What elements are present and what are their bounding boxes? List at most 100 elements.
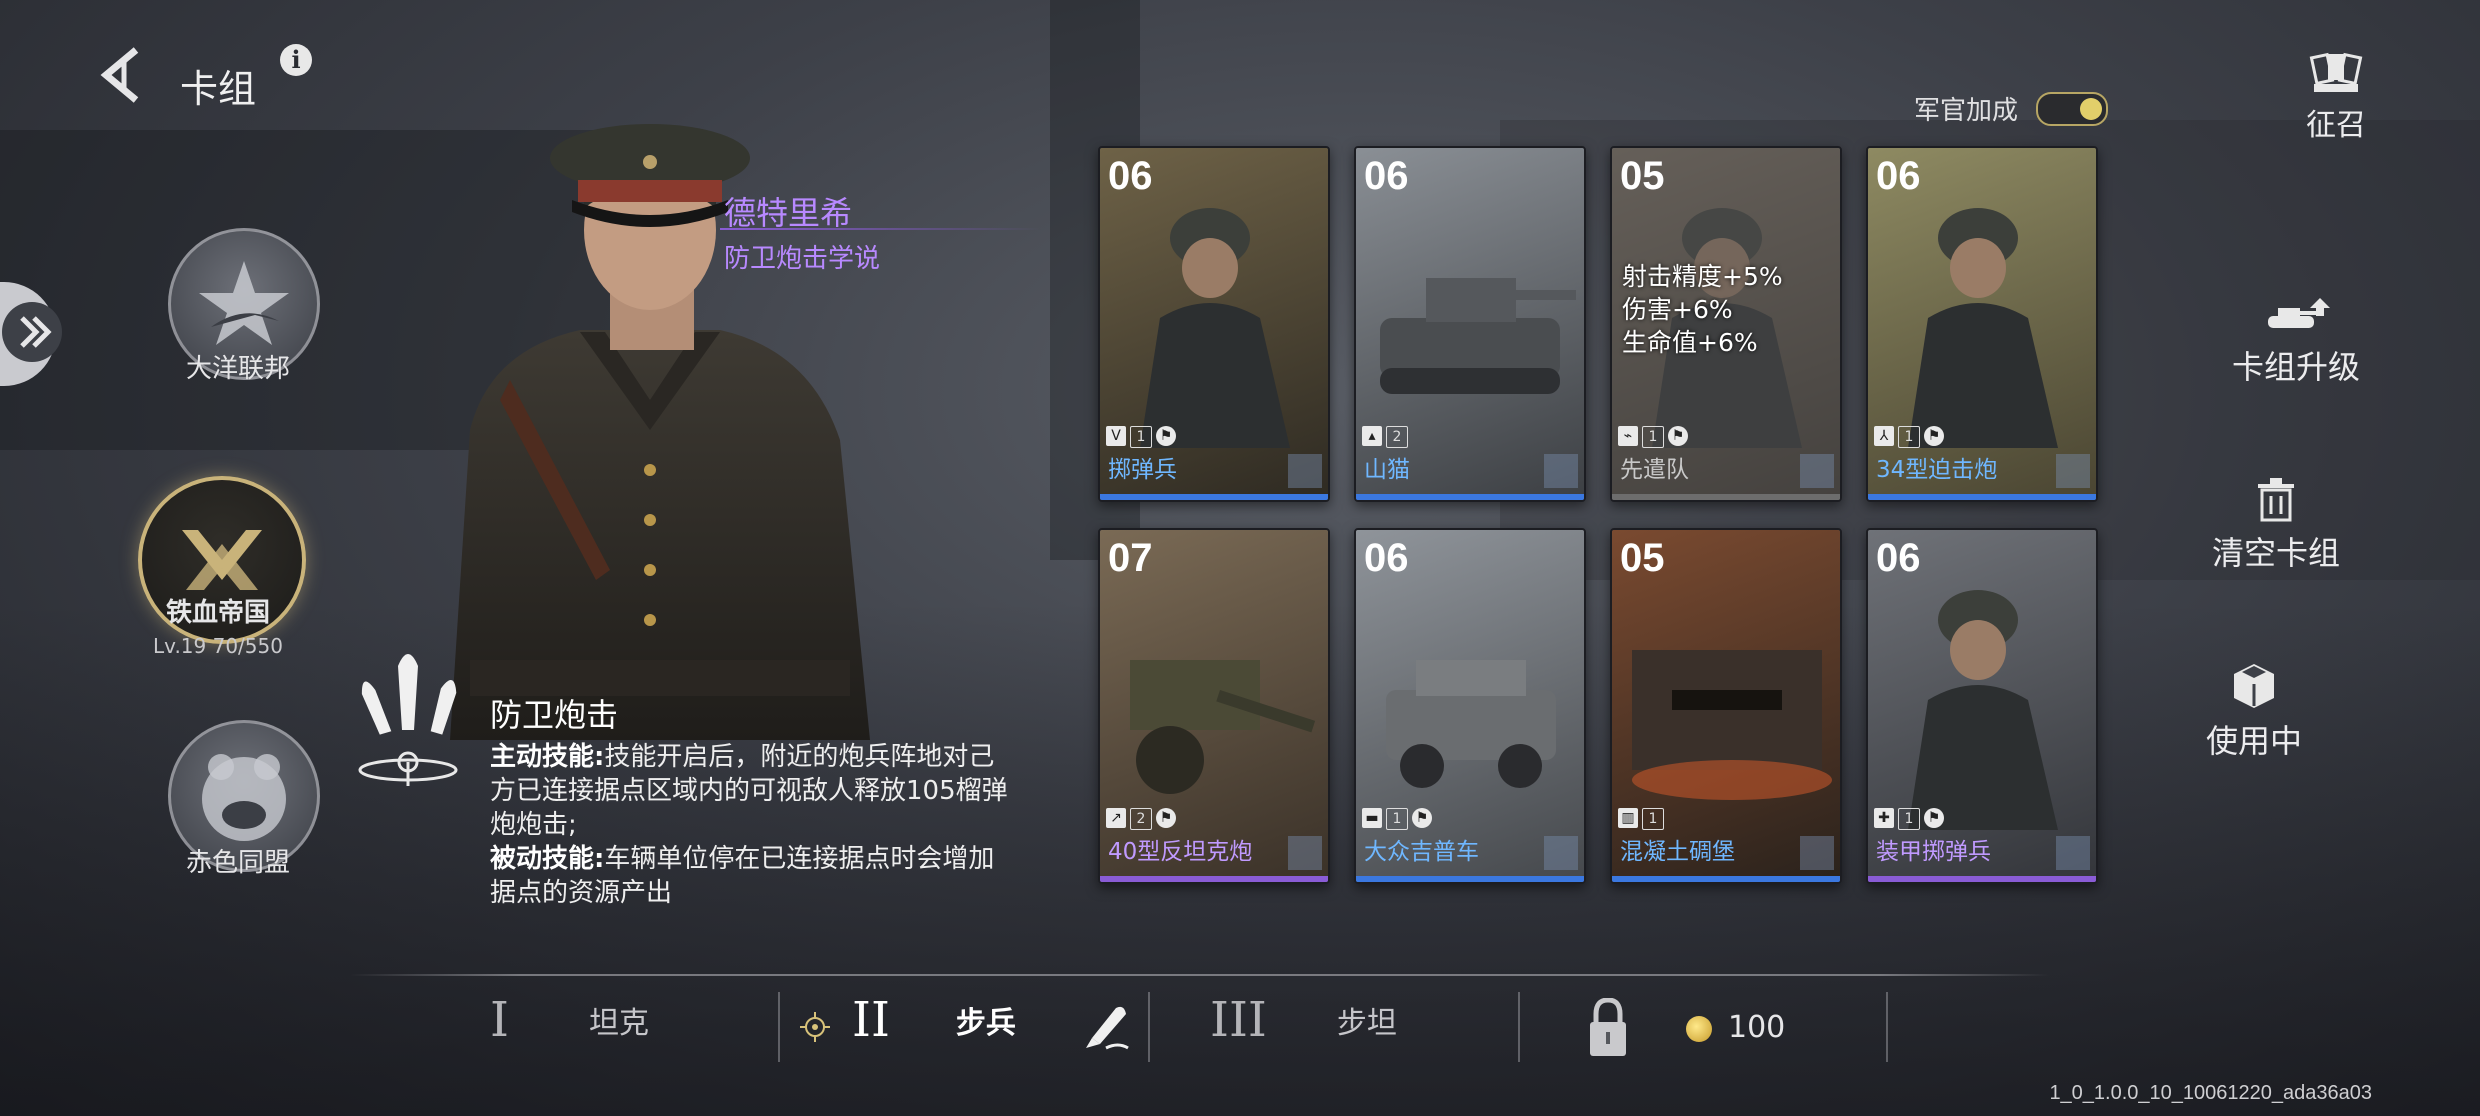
flag-icon: ⚑ bbox=[1668, 426, 1688, 446]
in-use-button[interactable]: 使用中 bbox=[2134, 662, 2374, 762]
rarity-bar bbox=[1612, 494, 1840, 500]
card-cost: 07 bbox=[1108, 536, 1153, 580]
faction-badge-icon bbox=[1800, 836, 1834, 870]
faction-badge-icon bbox=[1544, 454, 1578, 488]
card-name: 装甲掷弹兵 bbox=[1876, 839, 1991, 865]
card-name: 先遣队 bbox=[1620, 457, 1689, 483]
card-name: 混凝土碉堡 bbox=[1620, 839, 1735, 865]
flag-icon: ⚑ bbox=[1156, 808, 1176, 828]
faction-badge-icon bbox=[1800, 454, 1834, 488]
deck-card[interactable]: 07 ↗ 2 ⚑ 40型反坦克炮 bbox=[1098, 528, 1330, 884]
faction-badge-icon bbox=[2056, 836, 2090, 870]
card-cost: 06 bbox=[1876, 536, 1921, 580]
card-unit-icons: ✚ 1 ⚑ bbox=[1874, 808, 1944, 830]
flag-icon: ⚑ bbox=[1924, 426, 1944, 446]
passive-skill-label: 被动技能: bbox=[490, 844, 605, 874]
faction-badge-icon bbox=[2056, 454, 2090, 488]
faction-label: 铁血帝国 bbox=[165, 598, 270, 628]
bottom-divider-line bbox=[350, 974, 2050, 976]
deck-label: 步坦 bbox=[1336, 1006, 1397, 1041]
deck-upgrade-button[interactable]: 卡组升级 bbox=[2176, 298, 2416, 388]
skill-title: 防卫炮击 bbox=[490, 696, 619, 734]
card-unit-icons: ▴ 2 bbox=[1362, 426, 1408, 448]
card-bonus-stats: 射击精度+5% 伤害+6% 生命值+6% bbox=[1622, 260, 1783, 359]
rarity-bar bbox=[1356, 494, 1584, 500]
deck-card[interactable]: 06 ✚ 1 ⚑ 装甲掷弹兵 bbox=[1866, 528, 2098, 884]
toggle-knob bbox=[2080, 98, 2102, 120]
rarity-bar bbox=[1100, 876, 1328, 882]
faction-level: Lv.19 70/550 bbox=[98, 634, 338, 658]
rename-deck-button[interactable] bbox=[1082, 1002, 1132, 1052]
rarity-bar bbox=[1100, 494, 1328, 500]
unit-count: 1 bbox=[1642, 808, 1664, 830]
level-text: Lv.19 bbox=[153, 634, 207, 658]
unit-type-icon: ↗ bbox=[1106, 808, 1126, 828]
rarity-bar bbox=[1612, 876, 1840, 882]
recruit-cards-icon bbox=[2309, 52, 2363, 92]
deck-card[interactable]: 06 ▴ 2 山猫 bbox=[1354, 146, 1586, 502]
deck-numeral: III bbox=[1210, 992, 1267, 1048]
card-unit-icons: V 1 ⚑ bbox=[1106, 426, 1176, 448]
deck-tab-2[interactable]: II 步兵 bbox=[852, 992, 1016, 1048]
deck-card[interactable]: 05 射击精度+5% 伤害+6% 生命值+6% ⌁ 1 ⚑ 先遣队 bbox=[1610, 146, 1842, 502]
card-name: 大众吉普车 bbox=[1364, 839, 1479, 865]
unit-count: 2 bbox=[1130, 808, 1152, 830]
deck-card[interactable]: 05 ▥ 1 混凝土碉堡 bbox=[1610, 528, 1842, 884]
card-name: 40型反坦克炮 bbox=[1108, 839, 1253, 865]
side-expand-tab[interactable] bbox=[0, 282, 62, 386]
flag-icon: ⚑ bbox=[1924, 808, 1944, 828]
deck-numeral: I bbox=[490, 992, 509, 1048]
deck-label: 步兵 bbox=[955, 1006, 1016, 1041]
tab-divider bbox=[1148, 992, 1150, 1062]
rarity-bar bbox=[1356, 876, 1584, 882]
card-name: 掷弹兵 bbox=[1108, 457, 1177, 483]
back-button[interactable] bbox=[88, 40, 158, 110]
unit-count: 1 bbox=[1386, 808, 1408, 830]
clear-deck-label: 清空卡组 bbox=[2211, 534, 2340, 572]
unit-type-icon: ▴ bbox=[1362, 426, 1382, 446]
unit-type-icon: ✚ bbox=[1874, 808, 1894, 828]
card-cost: 05 bbox=[1620, 154, 1665, 198]
tab-divider bbox=[1886, 992, 1888, 1062]
card-unit-icons: ⅄ 1 ⚑ bbox=[1874, 426, 1944, 448]
artillery-shells-icon bbox=[356, 638, 466, 798]
recruit-button[interactable]: 征召 bbox=[2236, 52, 2436, 144]
unit-count: 1 bbox=[1642, 426, 1664, 448]
unit-type-icon: ⅄ bbox=[1874, 426, 1894, 446]
faction-badge-icon bbox=[1288, 836, 1322, 870]
rarity-bar bbox=[1868, 494, 2096, 500]
card-cost: 06 bbox=[1876, 154, 1921, 198]
card-unit-icons: ▬ 1 ⚑ bbox=[1362, 808, 1432, 830]
deck-card[interactable]: 06 V 1 ⚑ 掷弹兵 bbox=[1098, 146, 1330, 502]
card-cost: 06 bbox=[1364, 536, 1409, 580]
unit-type-icon: V bbox=[1106, 426, 1126, 446]
faction-badge-icon bbox=[1544, 836, 1578, 870]
unit-type-icon: ⌁ bbox=[1618, 426, 1638, 446]
unit-type-icon: ▥ bbox=[1618, 808, 1638, 828]
faction-badge-icon bbox=[1288, 454, 1322, 488]
deck-card[interactable]: 06 ⅄ 1 ⚑ 34型迫击炮 bbox=[1866, 146, 2098, 502]
tab-divider bbox=[1518, 992, 1520, 1062]
faction-label: 赤色同盟 bbox=[185, 848, 290, 878]
tab-divider bbox=[778, 992, 780, 1062]
unit-count: 2 bbox=[1386, 426, 1408, 448]
skill-description: 主动技能:技能开启后，附近的炮兵阵地对己方已连接据点区域内的可视敌人释放105榴… bbox=[490, 740, 1010, 910]
card-unit-icons: ↗ 2 ⚑ bbox=[1106, 808, 1176, 830]
info-icon[interactable]: i bbox=[280, 44, 312, 76]
recruit-label: 征召 bbox=[2306, 108, 2366, 143]
clear-deck-button[interactable]: 清空卡组 bbox=[2156, 478, 2396, 574]
deck-tab-3[interactable]: III 步坦 bbox=[1210, 992, 1397, 1048]
double-chevron-icon bbox=[2, 302, 62, 362]
faction-label: 大洋联邦 bbox=[185, 354, 290, 384]
card-stat-line: 射击精度+5% bbox=[1622, 262, 1783, 291]
deck-numeral: II bbox=[852, 992, 890, 1048]
unit-count: 1 bbox=[1130, 426, 1152, 448]
card-unit-icons: ⌁ 1 ⚑ bbox=[1618, 426, 1688, 448]
lock-icon bbox=[1590, 997, 1626, 1056]
active-skill-label: 主动技能: bbox=[490, 742, 605, 772]
unit-type-icon: ▬ bbox=[1362, 808, 1382, 828]
deck-tab-1[interactable]: I 坦克 bbox=[490, 992, 649, 1048]
deck-card[interactable]: 06 ▬ 1 ⚑ 大众吉普车 bbox=[1354, 528, 1586, 884]
locked-deck-slot[interactable] bbox=[1588, 997, 1628, 1058]
officer-bonus-toggle[interactable] bbox=[2036, 92, 2108, 126]
